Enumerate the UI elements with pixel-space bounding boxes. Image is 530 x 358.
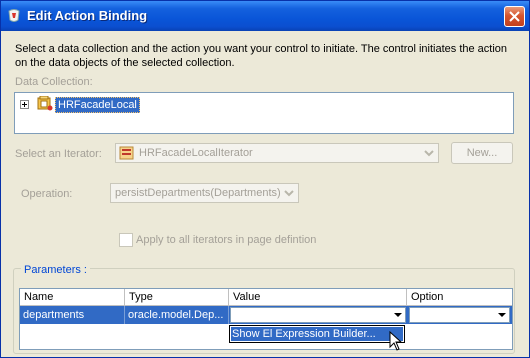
column-header-value[interactable]: Value bbox=[229, 289, 407, 306]
tree-expand-icon[interactable] bbox=[20, 100, 29, 109]
dialog-description: Select a data collection and the action … bbox=[15, 43, 508, 69]
mouse-cursor-icon bbox=[389, 330, 403, 356]
edit-action-binding-dialog: Edit Action Binding Select a data collec… bbox=[0, 0, 530, 358]
column-header-option[interactable]: Option bbox=[407, 289, 512, 306]
value-dropdown-menu: Show El Expression Builder... bbox=[229, 325, 405, 343]
parameters-legend: Parameters : bbox=[21, 264, 90, 276]
param-name-cell[interactable]: departments bbox=[20, 306, 125, 324]
iterator-icon bbox=[119, 145, 135, 164]
menu-item-show-el-expression-builder[interactable]: Show El Expression Builder... bbox=[231, 327, 403, 341]
chevron-down-icon[interactable] bbox=[391, 308, 405, 322]
close-icon bbox=[509, 11, 520, 22]
column-header-name[interactable]: Name bbox=[20, 289, 125, 306]
chevron-down-icon[interactable] bbox=[495, 308, 509, 322]
option-combo[interactable] bbox=[409, 307, 510, 323]
operation-value: persistDepartments(Departments) bbox=[115, 187, 281, 199]
iterator-value: HRFacadeLocalIterator bbox=[139, 147, 253, 159]
param-type-cell[interactable]: oracle.model.Dep... bbox=[125, 306, 229, 324]
tree-item-hrfacadelocal[interactable]: HRFacadeLocal bbox=[55, 97, 140, 113]
data-collection-label: Data Collection: bbox=[15, 76, 93, 88]
data-collection-tree[interactable]: HRFacadeLocal bbox=[14, 92, 514, 134]
new-iterator-button[interactable]: New... bbox=[451, 142, 513, 164]
chevron-down-icon bbox=[421, 145, 437, 161]
data-control-icon bbox=[37, 95, 53, 114]
operation-label: Operation: bbox=[21, 188, 73, 200]
iterator-select[interactable]: HRFacadeLocalIterator bbox=[115, 143, 439, 163]
iterator-label: Select an Iterator: bbox=[15, 148, 102, 160]
chevron-down-icon bbox=[281, 185, 297, 201]
column-header-type[interactable]: Type bbox=[125, 289, 229, 306]
param-option-cell[interactable] bbox=[407, 306, 512, 324]
value-combo[interactable] bbox=[230, 307, 406, 323]
apply-all-checkbox[interactable] bbox=[119, 233, 133, 247]
close-button[interactable] bbox=[504, 6, 525, 27]
title-bar[interactable]: Edit Action Binding bbox=[1, 1, 529, 31]
param-value-cell[interactable] bbox=[229, 306, 407, 324]
dialog-title: Edit Action Binding bbox=[27, 8, 148, 23]
apply-all-label: Apply to all iterators in page defintion bbox=[136, 234, 317, 246]
operation-select[interactable]: persistDepartments(Departments) bbox=[110, 183, 299, 203]
jdeveloper-icon bbox=[6, 8, 22, 24]
